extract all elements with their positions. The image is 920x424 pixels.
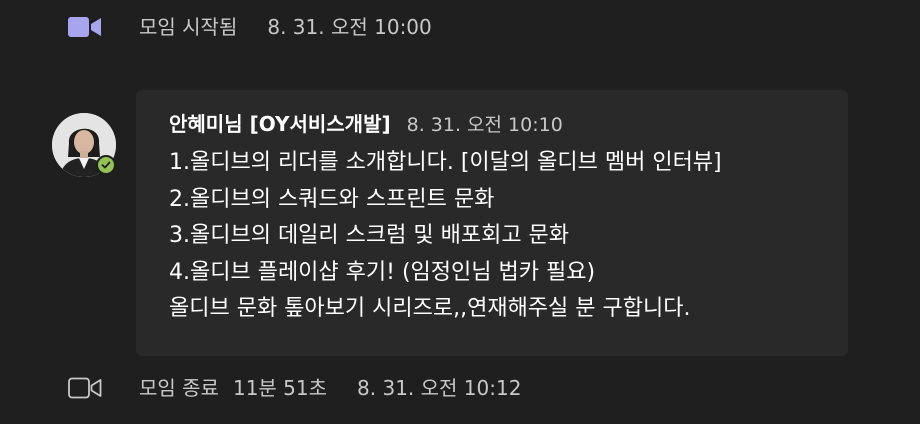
meeting-started-time: 8. 31. 오전 10:00	[267, 15, 432, 39]
meeting-started-label: 모임 시작됨	[139, 15, 238, 39]
message-line: 1.올디브의 리더를 소개합니다. [이달의 올디브 멤버 인터뷰]	[169, 150, 722, 175]
message-line: 3.올디브의 데일리 스크럼 및 배포회고 문화	[169, 223, 570, 248]
message-body: 1.올디브의 리더를 소개합니다. [이달의 올디브 멤버 인터뷰] 2.올디브…	[169, 145, 722, 328]
meeting-ended-time: 8. 31. 오전 10:12	[357, 376, 522, 400]
meeting-ended-text: 모임 종료 11분 51초 8. 31. 오전 10:12	[139, 377, 521, 399]
meeting-ended-label: 모임 종료	[139, 376, 219, 400]
message-header: 안혜미님 [OY서비스개발] 8. 31. 오전 10:10	[169, 112, 563, 137]
video-camera-filled-icon	[68, 17, 101, 37]
message-line: 4.올디브 플레이샵 후기! (임정인님 법카 필요)	[169, 259, 596, 285]
meeting-started-text: 모임 시작됨 8. 31. 오전 10:00	[139, 16, 432, 38]
sender-name[interactable]: 안혜미님 [OY서비스개발]	[169, 112, 391, 136]
message-line: 2.올디브의 스쿼드와 스프린트 문화	[169, 186, 495, 212]
meeting-duration: 11분 51초	[232, 376, 328, 400]
video-camera-outline-icon	[68, 377, 102, 399]
message-line: 올디브 문화 톺아보기 시리즈로,,연재해주실 분 구합니다.	[169, 296, 691, 321]
presence-available-badge	[96, 155, 116, 175]
chat-message-bubble[interactable]: 안혜미님 [OY서비스개발] 8. 31. 오전 10:10 1.올디브의 리더를…	[136, 90, 848, 356]
message-timestamp: 8. 31. 오전 10:10	[406, 114, 563, 136]
checkmark-icon	[101, 161, 111, 169]
